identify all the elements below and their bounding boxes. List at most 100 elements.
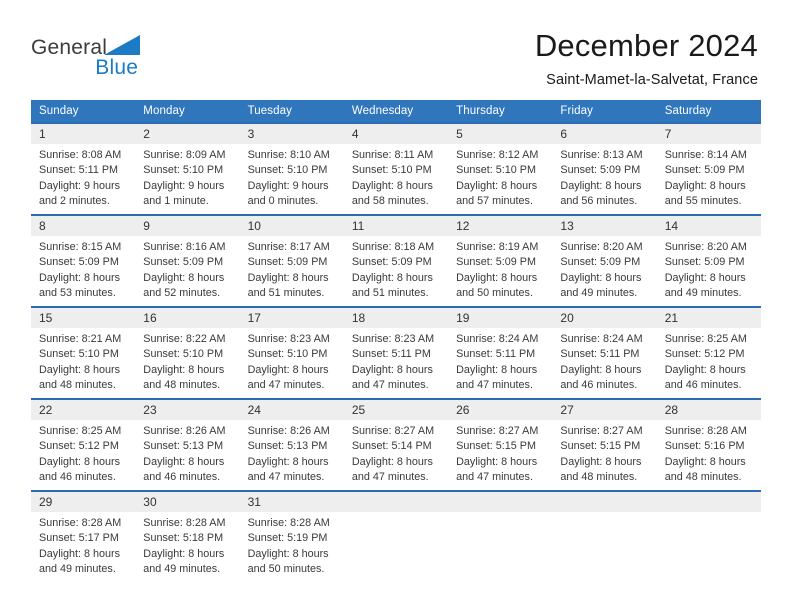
calendar-day-cell[interactable]: 26 Sunrise: 8:27 AM Sunset: 5:15 PM Dayligh… <box>448 398 553 491</box>
calendar-day-cell-empty <box>448 490 553 582</box>
day-details: Sunrise: 8:14 AM Sunset: 5:09 PM Daylight:… <box>657 144 761 209</box>
day-number: 1 <box>31 124 136 144</box>
sunset-text: Sunset: 5:11 PM <box>351 348 431 361</box>
calendar-day-cell[interactable]: 12 Sunrise: 8:19 AM Sunset: 5:09 PM Dayligh… <box>448 214 553 307</box>
day-number: 7 <box>656 124 761 144</box>
weekday-header-friday: Friday <box>552 100 657 123</box>
calendar-day-cell[interactable]: 13 Sunrise: 8:20 AM Sunset: 5:09 PM Dayligh… <box>552 214 657 307</box>
day-details: Sunrise: 8:28 AM Sunset: 5:17 PM Daylight:… <box>31 512 135 577</box>
daylight-text-line1: Daylight: 8 hours <box>39 547 121 560</box>
sunset-text: Sunset: 5:11 PM <box>560 348 640 361</box>
calendar-day-cell[interactable]: 7 Sunrise: 8:14 AM Sunset: 5:09 PM Daylight… <box>656 122 761 215</box>
calendar-grid: Sunday Monday Tuesday Wednesday Thursday… <box>31 100 761 582</box>
sunset-text: Sunset: 5:13 PM <box>247 440 328 453</box>
calendar-day-cell[interactable]: 19 Sunrise: 8:24 AM Sunset: 5:11 PM Dayligh… <box>448 306 553 399</box>
calendar-day-cell[interactable]: 6 Sunrise: 8:13 AM Sunset: 5:09 PM Daylight… <box>552 122 657 215</box>
calendar-day-cell-empty <box>552 490 657 582</box>
day-details: Sunrise: 8:28 AM Sunset: 5:18 PM Daylight:… <box>135 512 239 577</box>
calendar-day-cell[interactable]: 17 Sunrise: 8:23 AM Sunset: 5:10 PM Dayligh… <box>239 306 344 399</box>
day-number: 19 <box>448 308 553 328</box>
calendar-day-cell[interactable]: 27 Sunrise: 8:27 AM Sunset: 5:15 PM Dayligh… <box>552 398 657 491</box>
calendar-day-cell[interactable]: 23 Sunrise: 8:26 AM Sunset: 5:13 PM Dayligh… <box>135 398 240 491</box>
calendar-day-cell[interactable]: 11 Sunrise: 8:18 AM Sunset: 5:09 PM Dayligh… <box>343 214 449 307</box>
sunset-text: Sunset: 5:10 PM <box>456 164 536 177</box>
sunrise-text: Sunrise: 8:25 AM <box>39 425 122 437</box>
calendar-day-cell[interactable]: 28 Sunrise: 8:28 AM Sunset: 5:16 PM Dayligh… <box>656 398 761 491</box>
daylight-text-line1: Daylight: 8 hours <box>351 271 433 284</box>
daylight-text-line2: and 49 minutes. <box>143 562 221 575</box>
calendar-day-cell[interactable]: 9 Sunrise: 8:16 AM Sunset: 5:09 PM Daylight… <box>135 214 240 307</box>
day-details: Sunrise: 8:21 AM Sunset: 5:10 PM Daylight:… <box>31 328 135 393</box>
day-number: 25 <box>343 400 449 420</box>
day-details: Sunrise: 8:23 AM Sunset: 5:11 PM Daylight:… <box>344 328 448 393</box>
day-details: Sunrise: 8:08 AM Sunset: 5:11 PM Daylight:… <box>31 144 135 209</box>
calendar-day-cell[interactable]: 31 Sunrise: 8:28 AM Sunset: 5:19 PM Dayligh… <box>239 490 344 582</box>
daylight-text-line2: and 49 minutes. <box>664 286 742 299</box>
calendar-day-cell[interactable]: 18 Sunrise: 8:23 AM Sunset: 5:11 PM Dayligh… <box>343 306 449 399</box>
calendar-day-cell[interactable]: 16 Sunrise: 8:22 AM Sunset: 5:10 PM Dayligh… <box>135 306 240 399</box>
calendar-day-cell[interactable]: 10 Sunrise: 8:17 AM Sunset: 5:09 PM Dayligh… <box>239 214 344 307</box>
sunset-text: Sunset: 5:15 PM <box>456 440 536 453</box>
calendar-day-cell[interactable]: 4 Sunrise: 8:11 AM Sunset: 5:10 PM Daylight… <box>343 122 449 215</box>
daylight-text-line1: Daylight: 8 hours <box>560 363 642 376</box>
sunset-text: Sunset: 5:09 PM <box>560 164 641 177</box>
day-details: Sunrise: 8:25 AM Sunset: 5:12 PM Daylight:… <box>657 328 761 393</box>
daylight-text-line1: Daylight: 8 hours <box>560 179 642 192</box>
daylight-text-line1: Daylight: 8 hours <box>247 547 329 560</box>
calendar-body: 1 Sunrise: 8:08 AM Sunset: 5:11 PM Daylight… <box>31 122 761 582</box>
calendar-header-row: Sunday Monday Tuesday Wednesday Thursday… <box>31 100 761 123</box>
calendar-day-cell[interactable]: 8 Sunrise: 8:15 AM Sunset: 5:09 PM Daylight… <box>31 214 136 307</box>
day-number: 31 <box>239 492 344 512</box>
calendar-day-cell[interactable]: 29 Sunrise: 8:28 AM Sunset: 5:17 PM Dayligh… <box>31 490 136 582</box>
sunset-text: Sunset: 5:18 PM <box>143 532 224 545</box>
general-blue-logo[interactable]: General Blue <box>31 30 142 78</box>
calendar-day-cell[interactable]: 15 Sunrise: 8:21 AM Sunset: 5:10 PM Dayligh… <box>31 306 136 399</box>
sunset-text: Sunset: 5:17 PM <box>39 532 119 545</box>
calendar-day-cell[interactable]: 14 Sunrise: 8:20 AM Sunset: 5:09 PM Dayligh… <box>656 214 761 307</box>
calendar-day-cell[interactable]: 24 Sunrise: 8:26 AM Sunset: 5:13 PM Dayligh… <box>239 398 344 491</box>
sunset-text: Sunset: 5:09 PM <box>664 256 745 269</box>
calendar-day-cell[interactable]: 2 Sunrise: 8:09 AM Sunset: 5:10 PM Daylight… <box>135 122 240 215</box>
calendar-week-row: 1 Sunrise: 8:08 AM Sunset: 5:11 PM Daylight… <box>31 122 761 215</box>
sunset-text: Sunset: 5:10 PM <box>143 348 224 361</box>
calendar-day-cell-empty <box>656 490 761 582</box>
day-details <box>657 512 761 516</box>
day-number <box>656 492 761 512</box>
daylight-text-line2: and 51 minutes. <box>247 286 325 299</box>
day-number: 22 <box>31 400 136 420</box>
day-details: Sunrise: 8:27 AM Sunset: 5:15 PM Daylight:… <box>448 420 552 485</box>
day-number: 20 <box>552 308 657 328</box>
calendar-day-cell[interactable]: 22 Sunrise: 8:25 AM Sunset: 5:12 PM Dayligh… <box>31 398 136 491</box>
daylight-text-line2: and 49 minutes. <box>39 562 116 575</box>
day-number: 5 <box>448 124 553 144</box>
daylight-text-line1: Daylight: 8 hours <box>247 363 329 376</box>
daylight-text-line2: and 2 minutes. <box>39 194 110 207</box>
day-details: Sunrise: 8:12 AM Sunset: 5:10 PM Daylight:… <box>448 144 552 209</box>
calendar-day-cell[interactable]: 25 Sunrise: 8:27 AM Sunset: 5:14 PM Dayligh… <box>343 398 449 491</box>
day-details <box>552 512 656 516</box>
calendar-day-cell[interactable]: 21 Sunrise: 8:25 AM Sunset: 5:12 PM Dayligh… <box>656 306 761 399</box>
daylight-text-line2: and 55 minutes. <box>664 194 742 207</box>
day-details: Sunrise: 8:17 AM Sunset: 5:09 PM Daylight:… <box>240 236 344 301</box>
calendar-day-cell[interactable]: 30 Sunrise: 8:28 AM Sunset: 5:18 PM Dayligh… <box>135 490 240 582</box>
weekday-header-sunday: Sunday <box>31 100 136 123</box>
calendar-day-cell[interactable]: 3 Sunrise: 8:10 AM Sunset: 5:10 PM Daylight… <box>239 122 344 215</box>
day-details: Sunrise: 8:27 AM Sunset: 5:14 PM Daylight:… <box>344 420 448 485</box>
calendar-day-cell[interactable]: 20 Sunrise: 8:24 AM Sunset: 5:11 PM Dayligh… <box>552 306 657 399</box>
sunrise-text: Sunrise: 8:25 AM <box>664 333 747 345</box>
daylight-text-line1: Daylight: 8 hours <box>664 363 746 376</box>
daylight-text-line2: and 47 minutes. <box>247 378 325 391</box>
sunset-text: Sunset: 5:10 PM <box>351 164 432 177</box>
calendar-day-cell[interactable]: 1 Sunrise: 8:08 AM Sunset: 5:11 PM Daylight… <box>31 122 136 215</box>
sunrise-text: Sunrise: 8:27 AM <box>560 425 643 437</box>
day-number: 27 <box>552 400 657 420</box>
sunset-text: Sunset: 5:14 PM <box>351 440 432 453</box>
day-number: 30 <box>135 492 240 512</box>
sunrise-text: Sunrise: 8:18 AM <box>351 241 435 253</box>
sunrise-text: Sunrise: 8:12 AM <box>456 149 539 161</box>
day-number: 21 <box>656 308 761 328</box>
daylight-text-line1: Daylight: 8 hours <box>664 271 746 284</box>
calendar-day-cell[interactable]: 5 Sunrise: 8:12 AM Sunset: 5:10 PM Daylight… <box>448 122 553 215</box>
sunset-text: Sunset: 5:10 PM <box>247 164 328 177</box>
day-details: Sunrise: 8:19 AM Sunset: 5:09 PM Daylight:… <box>448 236 552 301</box>
